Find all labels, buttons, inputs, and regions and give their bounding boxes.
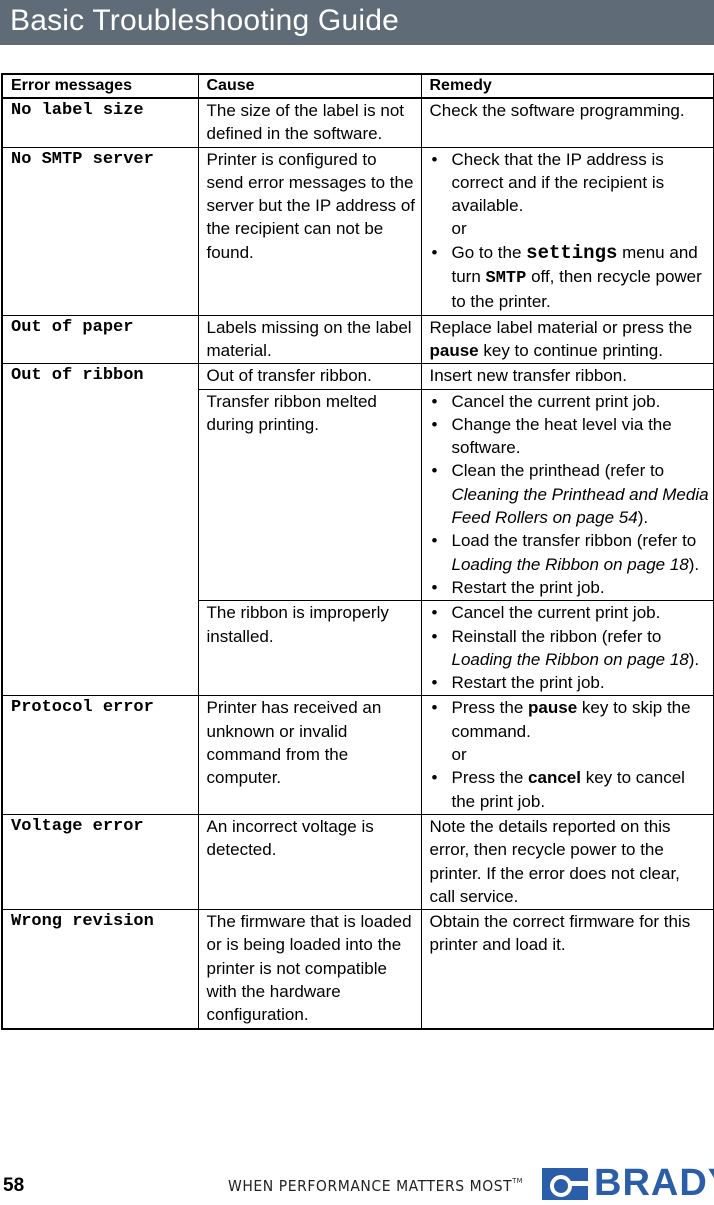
table-row: No label size The size of the label is n… (1, 97, 714, 148)
remedy-cell: Note the details reported on this error,… (420, 813, 714, 911)
remedy-text: Press the (451, 768, 529, 788)
remedy-item: Go to the settings menu and turn SMTP of… (430, 241, 711, 314)
remedy-text: Clean the printhead (refer to (451, 461, 665, 481)
cause-cell: Out of transfer ribbon. (197, 363, 422, 390)
page-title: Basic Troubleshooting Guide (10, 4, 399, 37)
remedy-cell: Check the software programming. (420, 97, 714, 148)
error-message: Out of ribbon (1, 363, 199, 697)
remedy-text: Load the transfer ribbon (refer to (451, 531, 697, 551)
page-header-bar: Basic Troubleshooting Guide (0, 0, 714, 45)
remedy-item: Clean the printhead (refer to Cleaning t… (430, 459, 711, 529)
remedy-item: Load the transfer ribbon (refer to Loadi… (430, 529, 711, 576)
remedy-item: Check that the IP address is correct and… (430, 148, 711, 218)
remedy-text: ). (688, 554, 700, 574)
remedy-item: Press the cancel key to cancel the print… (430, 766, 711, 813)
remedy-list: Cancel the current print job. Reinstall … (430, 601, 711, 694)
error-message: Protocol error (1, 695, 199, 815)
cross-reference-link[interactable]: Loading the Ribbon on page 18 (452, 555, 689, 574)
cause-cell: The ribbon is improperly installed. (197, 600, 422, 697)
pause-key-label: pause (528, 698, 578, 718)
remedy-text: Press the (451, 698, 529, 718)
remedy-cell: Press the pause key to skip the command.… (420, 695, 714, 815)
remedy-item: Restart the print job. (430, 576, 711, 600)
cause-cell: The firmware that is loaded or is being … (197, 909, 422, 1030)
table-row: Wrong revision The firmware that is load… (1, 909, 714, 1030)
remedy-text: ). (688, 649, 700, 669)
remedy-item: Restart the print job. (430, 671, 711, 695)
remedy-cell: Obtain the correct firmware for this pri… (420, 909, 714, 1030)
remedy-item: Change the heat level via the software. (430, 413, 711, 460)
brand-name: BRADY (594, 1162, 714, 1204)
cause-cell: Printer has received an unknown or inval… (197, 695, 422, 815)
remedy-item: Cancel the current print job. (430, 390, 711, 414)
remedy-list: Cancel the current print job. Change the… (430, 390, 711, 600)
table-row: Out of paper Labels missing on the label… (1, 314, 714, 365)
remedy-text: ). (637, 508, 649, 528)
remedy-or: or (451, 219, 467, 239)
remedy-item: Reinstall the ribbon (refer to Loading t… (430, 625, 711, 672)
brady-logo-icon (542, 1168, 588, 1200)
remedy-cell: Cancel the current print job. Reinstall … (420, 600, 714, 697)
cause-cell: Labels missing on the label material. (197, 314, 422, 365)
table-row: Protocol error Printer has received an u… (1, 695, 714, 815)
pause-key-label: pause (429, 340, 479, 360)
remedy-item: Press the pause key to skip the command. (430, 696, 711, 743)
brady-logo: BRADY (542, 1162, 714, 1204)
remedy-cell: Replace label material or press the paus… (420, 314, 714, 365)
error-message: Out of paper (1, 314, 199, 365)
error-message: No label size (1, 97, 199, 148)
remedy-cell: Cancel the current print job. Change the… (420, 388, 714, 602)
cross-reference-link[interactable]: Loading the Ribbon on page 18 (452, 650, 689, 669)
cross-reference-link[interactable]: Cleaning the Printhead and Media Feed Ro… (452, 485, 709, 527)
remedy-text: key to continue printing. (478, 340, 663, 360)
trademark-symbol: TM (512, 1177, 523, 1185)
column-header-remedy: Remedy (420, 73, 714, 99)
remedy-list: Check that the IP address is correct and… (430, 148, 711, 314)
table-row: No SMTP server Printer is configured to … (1, 146, 714, 316)
error-message: Voltage error (1, 813, 199, 911)
settings-menu-code: settings (526, 241, 618, 264)
column-header-cause: Cause (197, 73, 422, 99)
error-message: No SMTP server (1, 146, 199, 316)
remedy-cell: Insert new transfer ribbon. (420, 363, 714, 390)
cancel-key-label: cancel (528, 768, 581, 788)
cause-cell: The size of the label is not defined in … (197, 97, 422, 148)
remedy-list: Press the pause key to skip the command.… (430, 696, 711, 812)
brand-tagline: WHEN PERFORMANCE MATTERS MOSTTM (228, 1177, 523, 1195)
remedy-text: Reinstall the ribbon (refer to (451, 626, 662, 646)
remedy-text: Replace label material or press the (429, 317, 693, 337)
column-header-error-messages: Error messages (1, 73, 199, 99)
page-number: 58 (3, 1175, 25, 1196)
table-row: Voltage error An incorrect voltage is de… (1, 813, 714, 911)
table-row: Out of ribbon Out of transfer ribbon. In… (1, 363, 714, 697)
cause-cell: Printer is configured to send error mess… (197, 146, 422, 316)
cause-cell: Transfer ribbon melted during printing. (197, 388, 422, 602)
smtp-code: SMTP (485, 269, 527, 289)
remedy-cell: Check that the IP address is correct and… (420, 146, 714, 316)
cause-cell: An incorrect voltage is detected. (197, 813, 422, 911)
tagline-text: WHEN PERFORMANCE MATTERS MOST (228, 1177, 513, 1195)
remedy-text: Go to the (451, 242, 527, 262)
remedy-or: or (451, 745, 467, 765)
remedy-item: Cancel the current print job. (430, 601, 711, 625)
error-message: Wrong revision (1, 909, 199, 1030)
table-header-row: Error messages Cause Remedy (1, 73, 714, 99)
troubleshooting-table: Error messages Cause Remedy No label siz… (1, 73, 714, 1030)
